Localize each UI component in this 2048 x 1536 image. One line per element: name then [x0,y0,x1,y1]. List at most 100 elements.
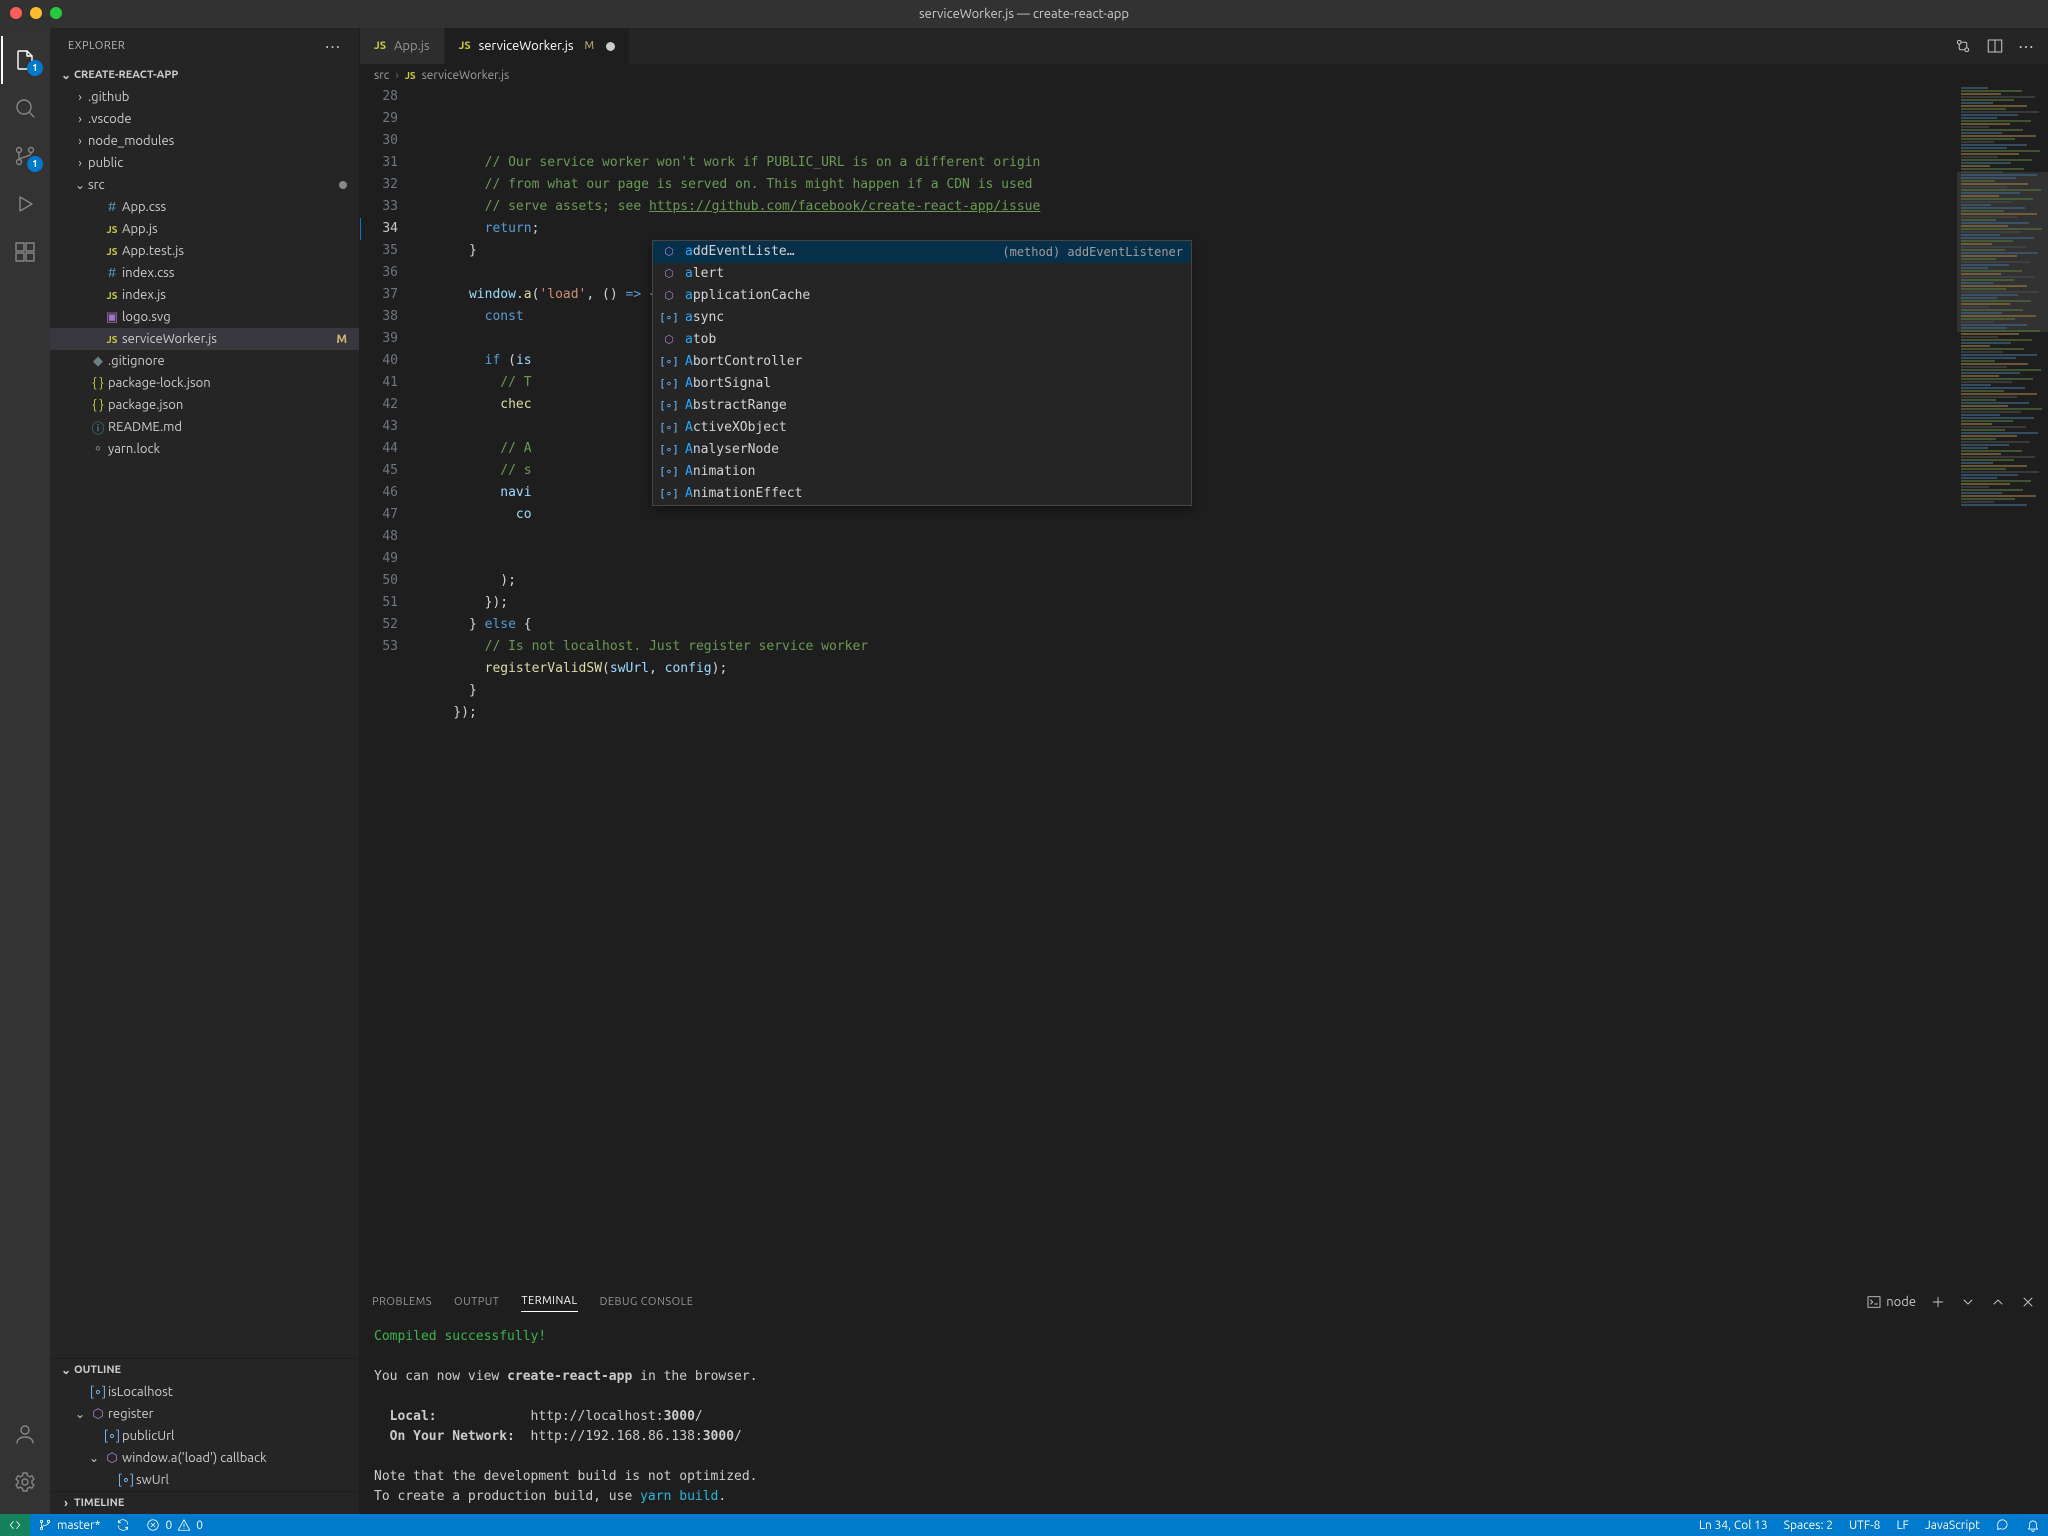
status-sync[interactable] [108,1514,138,1536]
status-branch[interactable]: master* [30,1514,108,1536]
suggest-item[interactable]: ⬡atob [653,329,1191,351]
warning-count: 0 [196,1519,203,1532]
outline-tree: [∘]isLocalhost⌄⬡register[∘]publicUrl⌄⬡wi… [50,1381,359,1491]
suggest-item[interactable]: ⬡applicationCache [653,285,1191,307]
tree-item-label: .github [88,90,347,104]
file-item[interactable]: JSApp.js [50,218,359,240]
activity-run-debug[interactable] [1,180,49,228]
split-editor-icon[interactable] [1986,37,2004,55]
outline-item[interactable]: ⌄⬡register [50,1403,359,1425]
close-panel-icon[interactable] [2020,1294,2036,1310]
panel-tab-debug-console[interactable]: DEBUG CONSOLE [600,1292,694,1312]
file-item[interactable]: ⚬yarn.lock [50,438,359,460]
suggest-label: AbortController [685,351,802,373]
code-content[interactable]: // Our service worker won't work if PUBL… [416,86,1956,1284]
file-item[interactable]: ⓘREADME.md [50,416,359,438]
terminal-output[interactable]: Compiled successfully! You can now view … [360,1319,2048,1514]
chevron-right-icon: › [72,135,88,148]
file-tree: ›.github›.vscode›node_modules›public⌄src… [50,86,359,1358]
compare-changes-icon[interactable] [1954,37,1972,55]
outline-section-header[interactable]: ⌄ OUTLINE [50,1359,359,1381]
code-editor[interactable]: 2829303132333435363738394041424344454647… [360,86,1956,1284]
file-item[interactable]: #index.css [50,262,359,284]
panel-tab-terminal[interactable]: TERMINAL [521,1291,577,1312]
editor-tab[interactable]: JS App.js [360,28,445,64]
close-window-button[interactable] [10,7,22,19]
file-item[interactable]: JSindex.js [50,284,359,306]
suggest-label: AbstractRange [685,395,787,417]
folder-item[interactable]: ›.vscode [50,108,359,130]
chevron-down-icon[interactable] [1960,1294,1976,1310]
suggest-item[interactable]: ⬡addEventListe…(method) addEventListener [653,241,1191,263]
file-item[interactable]: #App.css [50,196,359,218]
breadcrumb-segment[interactable]: serviceWorker.js [422,69,510,82]
suggest-item[interactable]: [∘]AnimationEffect [653,483,1191,505]
activity-search[interactable] [1,84,49,132]
panel-tab-output[interactable]: OUTPUT [454,1292,499,1312]
scm-badge: 1 [27,156,43,172]
minimap[interactable] [1956,86,2048,1284]
file-item[interactable]: JSApp.test.js [50,240,359,262]
status-notifications[interactable] [2018,1514,2048,1536]
suggest-item[interactable]: [∘]Animation [653,461,1191,483]
tab-label: App.js [394,39,430,53]
method-icon: ⬡ [661,288,677,304]
file-item[interactable]: { }package.json [50,394,359,416]
panel-tab-problems[interactable]: PROBLEMS [372,1292,432,1312]
file-item[interactable]: ◆.gitignore [50,350,359,372]
status-language-mode[interactable]: JavaScript [1917,1514,1988,1536]
js-file-icon: JS [374,40,386,52]
suggest-item[interactable]: [∘]AbstractRange [653,395,1191,417]
status-encoding[interactable]: UTF-8 [1841,1514,1888,1536]
timeline-section-header[interactable]: › TIMELINE [50,1492,359,1514]
suggest-item[interactable]: [∘]AbortSignal [653,373,1191,395]
terminal-shell-selector[interactable]: node [1866,1294,1916,1310]
breadcrumb-segment[interactable]: src [374,69,389,82]
status-indentation[interactable]: Spaces: 2 [1776,1514,1841,1536]
suggest-item[interactable]: [∘]ActiveXObject [653,417,1191,439]
folder-item[interactable]: ›.github [50,86,359,108]
window-controls [10,7,62,19]
folder-item[interactable]: ⌄src [50,174,359,196]
outline-item[interactable]: [∘]publicUrl [50,1425,359,1447]
remote-indicator[interactable] [0,1514,30,1536]
folder-item[interactable]: ›node_modules [50,130,359,152]
activity-extensions[interactable] [1,228,49,276]
variable-icon: [∘] [88,1385,108,1400]
outline-item[interactable]: [∘]swUrl [50,1469,359,1491]
suggest-item[interactable]: ⬡alert [653,263,1191,285]
tab-more-icon[interactable]: ⋯ [2018,37,2034,56]
sidebar-more-icon[interactable]: ⋯ [325,37,342,56]
method-icon: ⬡ [661,332,677,348]
suggest-item[interactable]: [∘]AnalyserNode [653,439,1191,461]
suggest-item[interactable]: [∘]async [653,307,1191,329]
status-problems[interactable]: 0 0 [138,1514,211,1536]
breadcrumb[interactable]: src › JS serviceWorker.js [360,64,2048,86]
status-cursor-position[interactable]: Ln 34, Col 13 [1691,1514,1776,1536]
chevron-right-icon: › [58,1497,74,1510]
suggest-widget[interactable]: ⬡addEventListe…(method) addEventListener… [652,240,1192,506]
suggest-label: addEventListe… [685,241,795,263]
chevron-up-icon[interactable] [1990,1294,2006,1310]
outline-item[interactable]: ⌄⬡window.a('load') callback [50,1447,359,1469]
outline-item[interactable]: [∘]isLocalhost [50,1381,359,1403]
activity-accounts[interactable] [1,1410,49,1458]
modified-marker: M [585,40,595,52]
new-terminal-icon[interactable] [1930,1294,1946,1310]
explorer-section-header[interactable]: ⌄ CREATE-REACT-APP [50,64,359,86]
folder-item[interactable]: ›public [50,152,359,174]
editor-tab[interactable]: JSserviceWorker.jsM [445,28,630,64]
file-item[interactable]: JSserviceWorker.jsM [50,328,359,350]
maximize-window-button[interactable] [50,7,62,19]
status-eol[interactable]: LF [1888,1514,1916,1536]
minimize-window-button[interactable] [30,7,42,19]
file-item[interactable]: ▣logo.svg [50,306,359,328]
activity-source-control[interactable]: 1 [1,132,49,180]
activity-settings[interactable] [1,1458,49,1506]
file-item[interactable]: { }package-lock.json [50,372,359,394]
activity-explorer[interactable]: 1 [1,36,49,84]
css-file-icon: # [102,200,122,214]
suggest-item[interactable]: [∘]AbortController [653,351,1191,373]
status-feedback[interactable] [1988,1514,2018,1536]
account-icon [13,1422,37,1446]
